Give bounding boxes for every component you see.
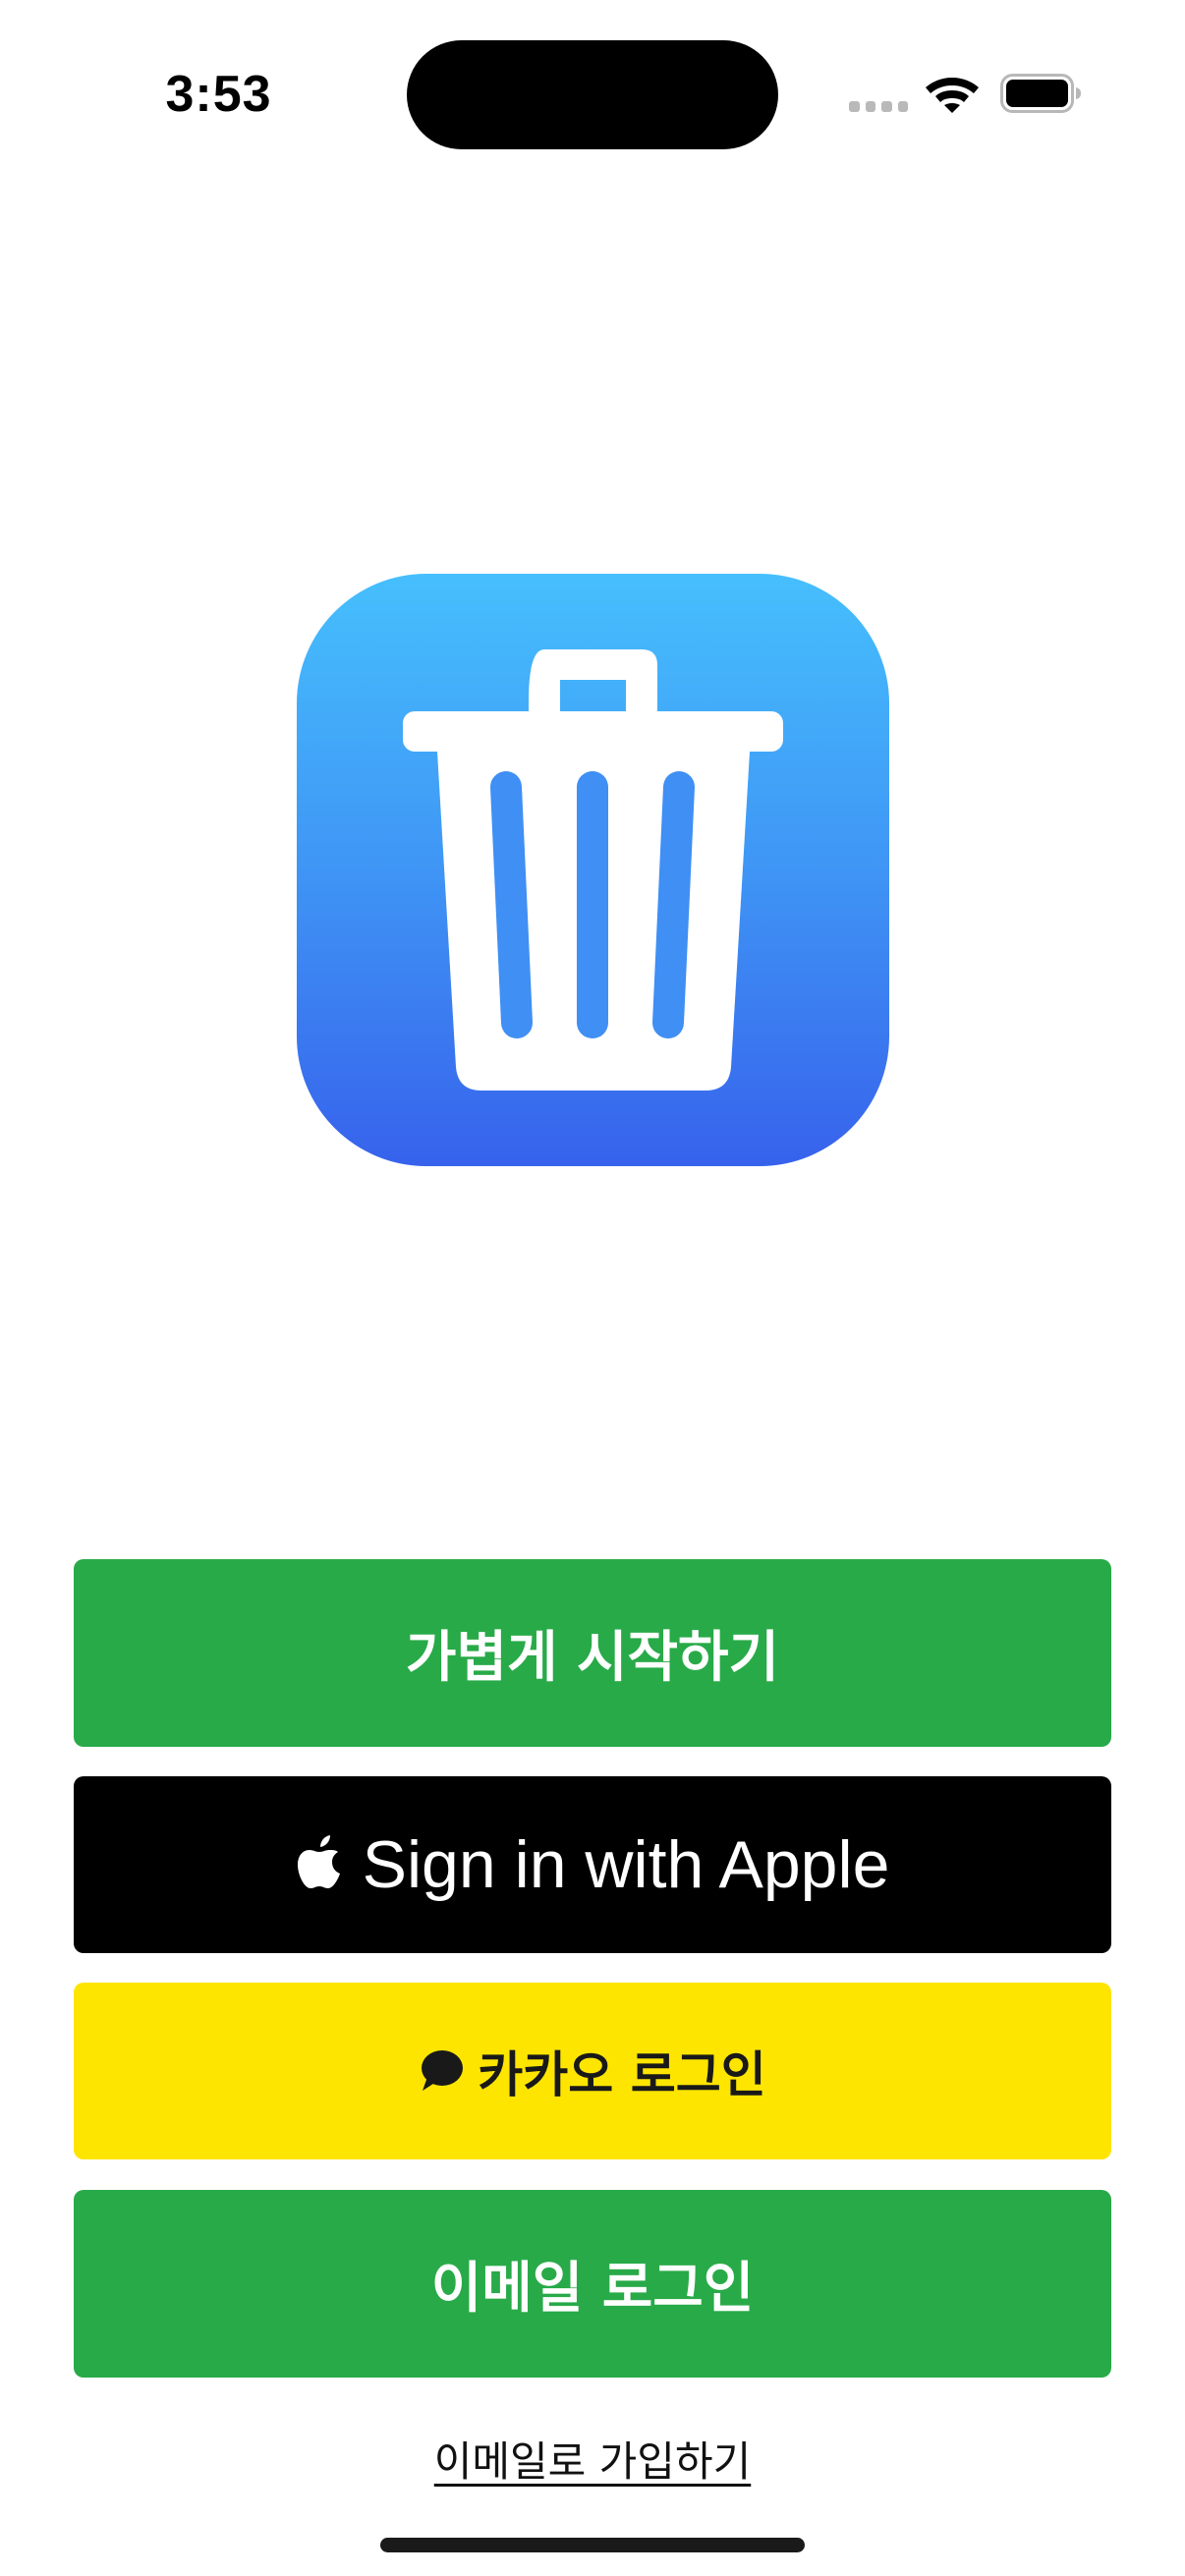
- app-logo: [297, 574, 889, 1166]
- trash-can-icon: [403, 649, 783, 1091]
- battery-icon: [1000, 74, 1081, 113]
- apple-sign-in-button[interactable]: Sign in with Apple: [74, 1776, 1111, 1953]
- home-indicator[interactable]: [380, 2538, 805, 2552]
- kakao-login-label: 카카오 로그인: [478, 2046, 766, 2103]
- status-time: 3:53: [165, 66, 272, 123]
- guest-start-button[interactable]: 가볍게 시작하기: [74, 1559, 1111, 1747]
- guest-start-label: 가볍게 시작하기: [405, 1626, 780, 1690]
- apple-sign-in-label: Sign in with Apple: [362, 1827, 890, 1902]
- email-login-label: 이메일 로그인: [430, 2257, 755, 2321]
- kakao-login-button[interactable]: 카카오 로그인: [74, 1983, 1111, 2159]
- dynamic-island: [407, 40, 778, 149]
- email-login-button[interactable]: 이메일 로그인: [74, 2190, 1111, 2378]
- email-signup-label: 이메일로 가입하기: [433, 2437, 752, 2486]
- cellular-signal-icon: [849, 101, 908, 112]
- wifi-icon: [926, 78, 979, 113]
- apple-icon: [297, 1835, 340, 1888]
- kakao-talk-bubble-icon: [422, 2050, 464, 2091]
- email-signup-link[interactable]: 이메일로 가입하기: [0, 2431, 1185, 2493]
